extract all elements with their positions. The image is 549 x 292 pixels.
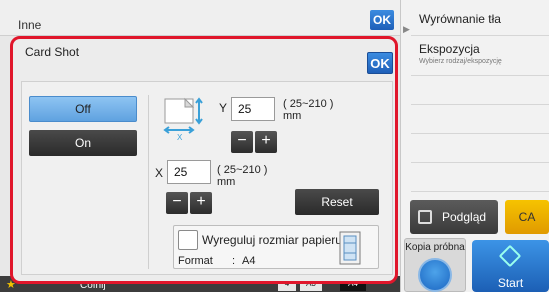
x-value-input[interactable]: 25: [167, 160, 211, 184]
y-label: Y: [219, 101, 228, 115]
y-decrement-button[interactable]: −: [231, 131, 253, 153]
format-value: A4: [242, 255, 256, 267]
divider: [148, 95, 149, 269]
background-title: Inne: [18, 18, 42, 32]
menu-item-empty: [411, 76, 549, 105]
start-icon: [498, 244, 522, 268]
format-label: Format: [178, 255, 213, 267]
proof-copy-icon: [418, 258, 452, 292]
reset-button[interactable]: Reset: [295, 189, 379, 215]
clear-all-button[interactable]: CA: [505, 200, 549, 234]
x-unit: mm: [217, 176, 236, 188]
start-button[interactable]: Start: [472, 240, 549, 292]
menu-item-empty: [411, 163, 549, 192]
expand-arrow-icon: ▶: [403, 24, 410, 34]
dialog-title: Card Shot: [25, 45, 80, 59]
on-button[interactable]: On: [29, 130, 137, 156]
background-ok-button[interactable]: OK: [370, 10, 394, 30]
menu-item-subtitle: Wybierz rodzaj/ekspozycję: [419, 58, 502, 65]
card-shot-dialog: Card Shot OK Off On X Y 25 ( 25~210 ) mm…: [10, 36, 398, 284]
fit-paper-option: Wyreguluj rozmiar papieru Format : A4: [173, 225, 379, 269]
y-range: ( 25~210 ) mm: [283, 98, 333, 122]
x-range: ( 25~210 ) mm: [217, 164, 267, 188]
x-increment-button[interactable]: +: [190, 192, 212, 214]
y-range-text: ( 25~210 ): [283, 98, 334, 110]
menu-item-label: Wyrównanie tła: [419, 12, 501, 26]
svg-text:X: X: [177, 133, 183, 141]
preview-icon: [418, 210, 432, 224]
fit-paper-checkbox[interactable]: [178, 230, 198, 250]
x-label: X: [155, 166, 164, 180]
start-label: Start: [497, 276, 524, 290]
fit-paper-label: Wyreguluj rozmiar papieru: [202, 233, 342, 247]
menu-item-exposure[interactable]: Ekspozycja Wybierz rodzaj/ekspozycję: [411, 36, 549, 76]
y-unit: mm: [283, 110, 302, 122]
background-header: [0, 0, 400, 36]
menu-item-empty: [411, 105, 549, 134]
x-range-text: ( 25~210 ): [217, 164, 268, 176]
preview-button[interactable]: Podgląd: [410, 200, 498, 234]
y-increment-button[interactable]: +: [255, 131, 277, 153]
off-button[interactable]: Off: [29, 96, 137, 122]
menu-item-empty: [411, 134, 549, 163]
proof-copy-label: Kopia próbna: [405, 242, 465, 253]
menu-item-background-adjust[interactable]: Wyrównanie tła: [411, 0, 549, 36]
card-size-icon: X: [163, 97, 203, 141]
paper-fit-icon: [339, 231, 361, 265]
x-decrement-button[interactable]: −: [166, 192, 188, 214]
y-value-input[interactable]: 25: [231, 97, 275, 121]
menu-item-label: Ekspozycja: [419, 42, 480, 56]
preview-label: Podgląd: [442, 210, 487, 224]
format-separator: :: [232, 255, 236, 267]
dialog-ok-button[interactable]: OK: [367, 52, 393, 74]
